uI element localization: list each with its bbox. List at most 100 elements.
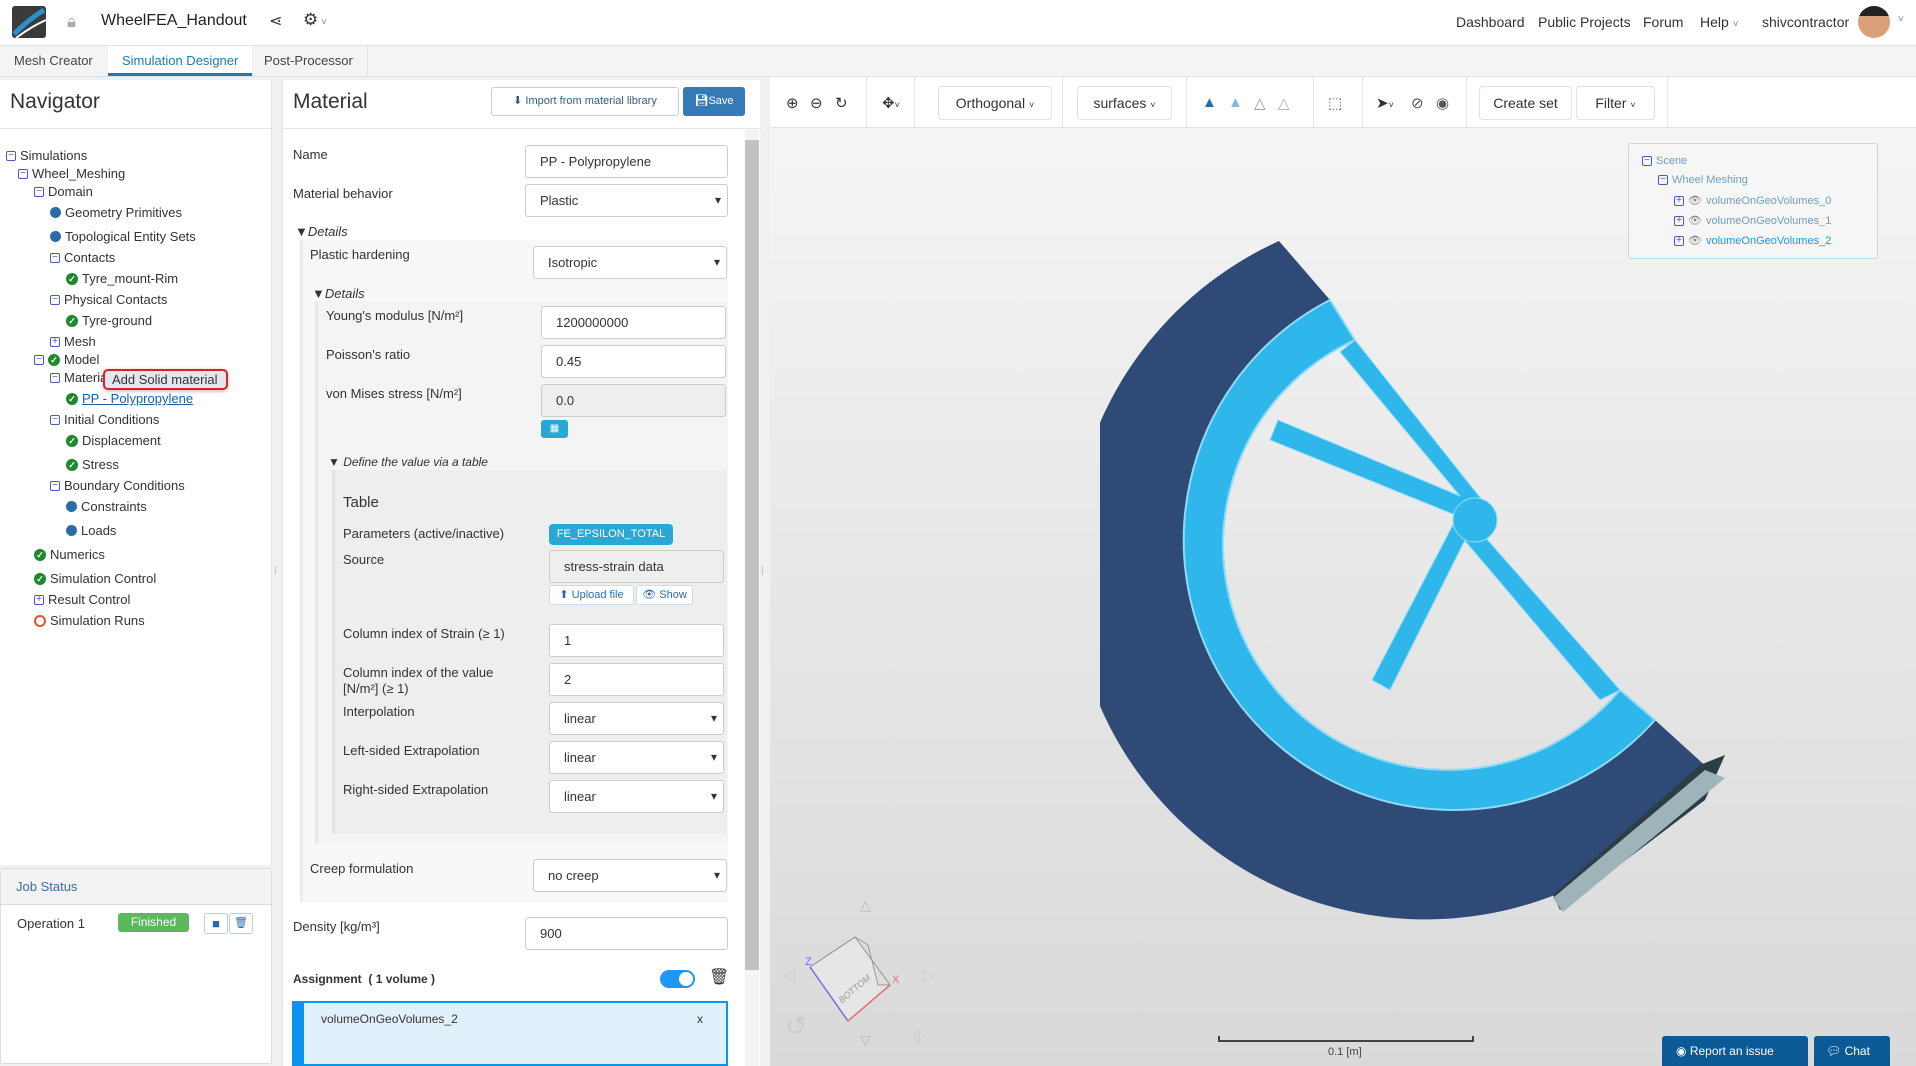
table-icon-button[interactable]: ▦: [541, 420, 568, 438]
report-issue-button[interactable]: ◉ Report an issue: [1662, 1036, 1808, 1066]
material-behavior-select[interactable]: Plastic: [525, 184, 728, 217]
column-value-input[interactable]: 2: [549, 663, 724, 696]
scrollbar[interactable]: [745, 130, 759, 1066]
youngs-modulus-input[interactable]: 1200000000: [541, 306, 726, 339]
tree-item[interactable]: − Wheel_Meshing: [18, 166, 125, 181]
tree-item[interactable]: + Mesh: [50, 334, 96, 349]
density-input[interactable]: 900: [525, 917, 728, 950]
nav-dashboard[interactable]: Dashboard: [1456, 14, 1525, 30]
splitter-handle-2[interactable]: ⁞: [761, 566, 764, 577]
tree-item[interactable]: ✓ Simulation Control: [34, 571, 156, 586]
arrow-down-icon[interactable]: ▽: [860, 1032, 871, 1048]
tree-item[interactable]: − ✓ Model: [34, 352, 99, 367]
scene-item[interactable]: + 👁︎ volumeOnGeoVolumes_0: [1674, 194, 1831, 207]
reset-view-icon[interactable]: ↻: [835, 94, 848, 112]
tree-item[interactable]: Topological Entity Sets: [50, 229, 196, 244]
column-strain-input[interactable]: 1: [549, 624, 724, 657]
remove-assignment-button[interactable]: x: [697, 1012, 703, 1026]
right-extrapolation-select[interactable]: linear: [549, 780, 724, 813]
left-extrapolation-select[interactable]: linear: [549, 741, 724, 774]
tab-mesh-creator[interactable]: Mesh Creator: [0, 46, 107, 76]
parameter-badge[interactable]: FE_EPSILON_TOTAL: [549, 524, 673, 545]
name-input[interactable]: PP - Polypropylene: [525, 145, 728, 178]
tab-post-processor[interactable]: Post-Processor: [250, 46, 368, 76]
details-toggle-2[interactable]: ▼Details: [312, 286, 365, 301]
rotate-icon[interactable]: ↺: [785, 1011, 807, 1041]
tree-item[interactable]: − Domain: [34, 184, 93, 199]
pan-icon[interactable]: ✥˅: [882, 94, 900, 112]
app-logo[interactable]: [12, 6, 46, 38]
trash-icon[interactable]: 🗑︎: [709, 967, 729, 987]
wireframe-icon[interactable]: △: [1254, 94, 1266, 112]
tree-item[interactable]: ✓ Numerics: [34, 547, 105, 562]
nav-forum[interactable]: Forum: [1643, 14, 1683, 30]
hide-icon[interactable]: ⊘: [1411, 94, 1424, 112]
tree-item[interactable]: Geometry Primitives: [50, 205, 182, 220]
tree-item[interactable]: − Initial Conditions: [50, 412, 159, 427]
tree-item[interactable]: − Contacts: [50, 250, 115, 265]
plastic-hardening-select[interactable]: Isotropic: [533, 246, 727, 279]
points-icon[interactable]: △: [1278, 94, 1290, 112]
zoom-out-icon[interactable]: ⊖: [810, 94, 823, 112]
tree-item[interactable]: − Physical Contacts: [50, 292, 167, 307]
surface-edges-icon[interactable]: ▲: [1228, 94, 1243, 111]
von-mises-input[interactable]: 0.0: [541, 384, 726, 417]
arrow-up-icon[interactable]: △: [860, 897, 871, 913]
tree-item[interactable]: ✓ PP - Polypropylene: [66, 391, 193, 406]
import-from-library-button[interactable]: ⬇︎ Import from material library: [491, 87, 679, 116]
tree-item[interactable]: ✓ Displacement: [66, 433, 161, 448]
tree-item[interactable]: − Simulations: [6, 148, 87, 163]
creep-select[interactable]: no creep: [533, 859, 727, 892]
show-icon[interactable]: ◉: [1436, 94, 1449, 112]
tree-item[interactable]: Loads: [66, 523, 116, 538]
tree-item[interactable]: Simulation Runs: [34, 613, 145, 628]
tab-simulation-designer[interactable]: Simulation Designer: [108, 46, 253, 76]
details-toggle[interactable]: ▼Details: [295, 224, 348, 239]
splitter-handle[interactable]: ⁞: [274, 566, 277, 577]
scene-root[interactable]: − Scene: [1642, 155, 1687, 167]
username[interactable]: shivcontractor: [1762, 14, 1849, 30]
tree-item-label: Boundary Conditions: [64, 478, 185, 493]
home-icon[interactable]: ⇧: [910, 1027, 925, 1047]
tree-item[interactable]: ✓ Stress: [66, 457, 119, 472]
upload-file-button[interactable]: ⬆︎ Upload file: [549, 585, 634, 605]
show-button[interactable]: 👁︎ Show: [636, 585, 693, 605]
share-icon[interactable]: ⋖: [269, 11, 282, 31]
box-select-icon[interactable]: ⬚: [1328, 94, 1342, 112]
eye-icon[interactable]: 👁︎: [1688, 194, 1702, 207]
delete-job-button[interactable]: 🗑︎: [229, 913, 253, 934]
arrow-right-icon[interactable]: ▷: [923, 967, 936, 984]
poisson-ratio-input[interactable]: 0.45: [541, 345, 726, 378]
assignment-list[interactable]: [292, 1001, 728, 1066]
chat-button[interactable]: 💬︎ Chat: [1814, 1036, 1890, 1066]
filter-dropdown[interactable]: Filter ˅: [1576, 86, 1655, 120]
stop-button[interactable]: ■: [204, 913, 228, 934]
projection-dropdown[interactable]: Orthogonal ˅: [938, 86, 1052, 120]
tree-item[interactable]: ✓ Tyre-ground: [66, 313, 152, 328]
source-input[interactable]: stress-strain data: [549, 550, 724, 583]
avatar[interactable]: [1858, 6, 1890, 38]
zoom-in-icon[interactable]: ⊕: [786, 94, 799, 112]
tree-item[interactable]: − Boundary Conditions: [50, 478, 185, 493]
gear-icon[interactable]: ⚙ ˅: [303, 10, 327, 30]
chevron-down-icon[interactable]: ˅: [1898, 14, 1904, 25]
assigned-volume[interactable]: volumeOnGeoVolumes_2: [321, 1012, 458, 1026]
interpolation-select[interactable]: linear: [549, 702, 724, 735]
define-table-toggle[interactable]: ▼ Define the value via a table: [328, 455, 488, 469]
arrow-left-icon[interactable]: ◁: [783, 967, 796, 984]
tree-item[interactable]: Constraints: [66, 499, 147, 514]
create-set-button[interactable]: Create set: [1479, 86, 1572, 120]
solid-shading-icon[interactable]: ▲: [1202, 94, 1217, 111]
context-menu-add-solid-material[interactable]: Add Solid material: [103, 369, 228, 390]
view-cube[interactable]: △ ◁ ▷ ▽ ↺ ⇧ Z X BOTTOM: [780, 895, 950, 1060]
scene-group[interactable]: − Wheel Meshing: [1658, 174, 1748, 186]
assignment-toggle[interactable]: [660, 970, 695, 988]
tree-item[interactable]: + Result Control: [34, 592, 130, 607]
tree-item[interactable]: ✓ Tyre_mount-Rim: [66, 271, 178, 286]
cursor-select-icon[interactable]: ➤˅: [1376, 94, 1394, 112]
wheel-model[interactable]: [1100, 220, 1800, 920]
render-mode-dropdown[interactable]: surfaces ˅: [1077, 86, 1172, 120]
nav-help[interactable]: Help ˅: [1700, 14, 1739, 30]
nav-public-projects[interactable]: Public Projects: [1538, 14, 1631, 30]
save-button[interactable]: 💾︎Save: [683, 87, 745, 116]
